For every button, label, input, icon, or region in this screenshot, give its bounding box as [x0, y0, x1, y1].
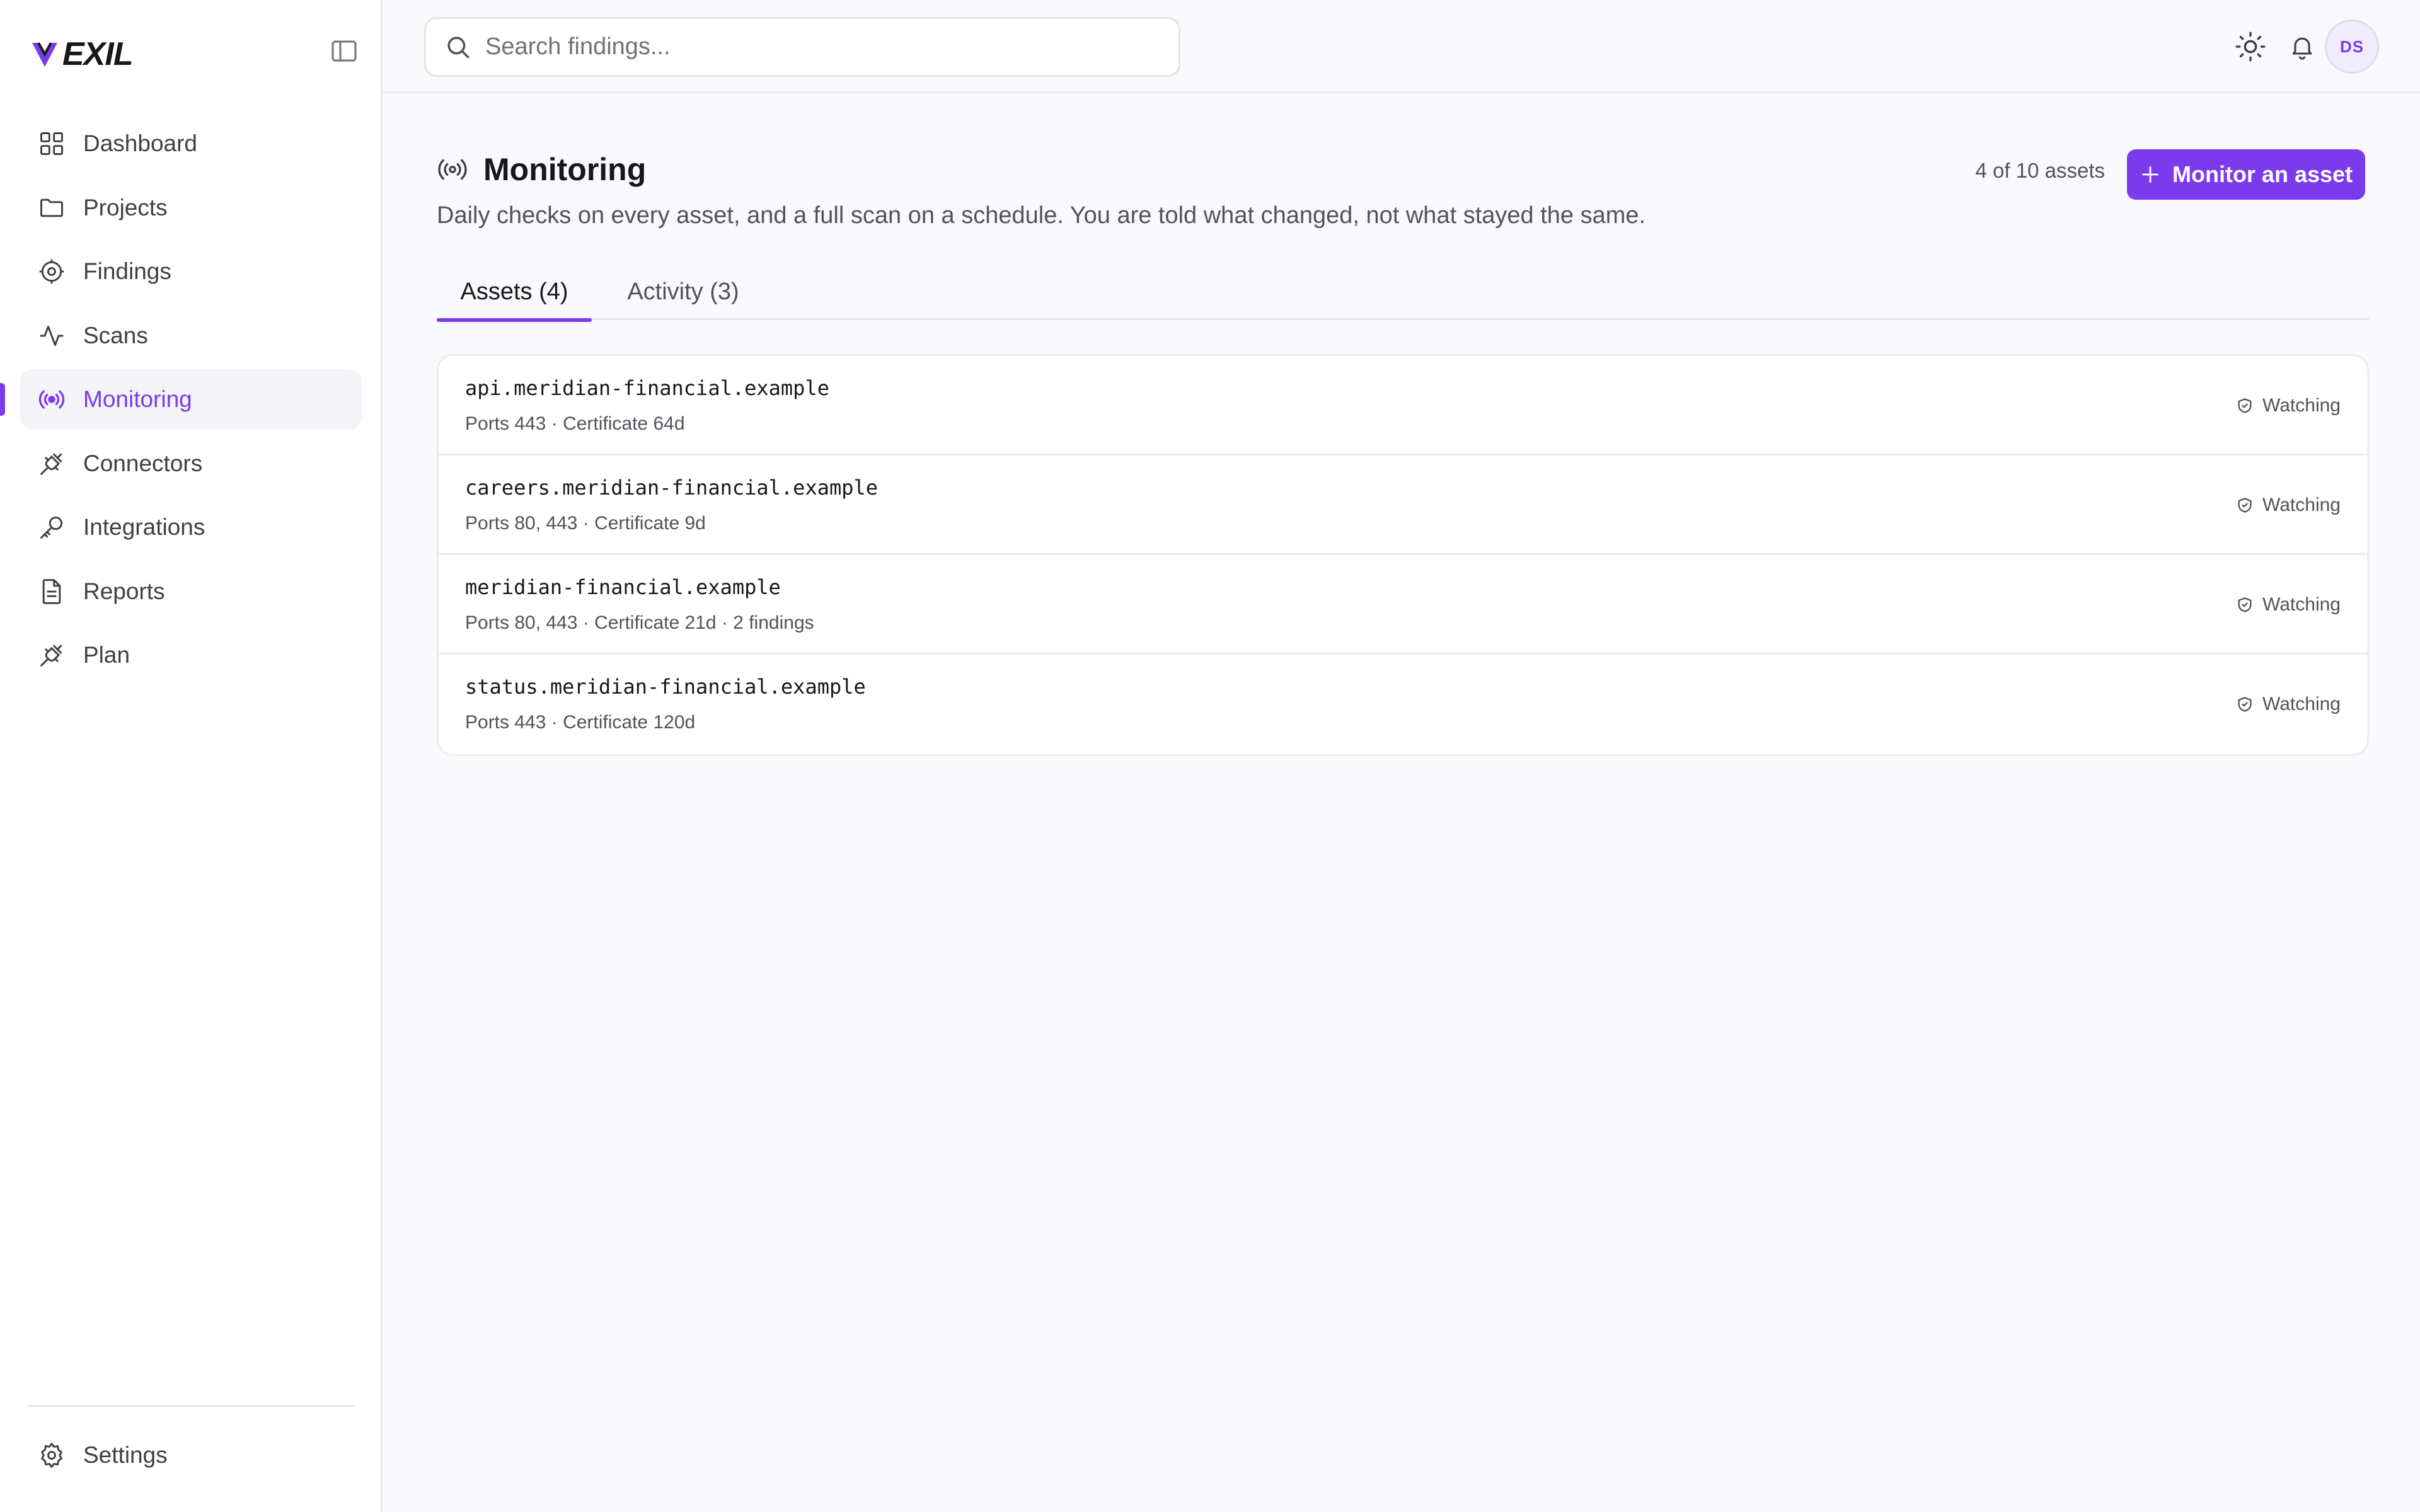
logo-text: EXIL — [62, 36, 134, 72]
sidebar-item-settings[interactable]: Settings — [20, 1425, 362, 1486]
status-badge: Watching — [2236, 495, 2341, 516]
bell-icon — [2292, 37, 2312, 60]
sidebar-item-label: Dashboard — [83, 130, 198, 156]
asset-list: api.meridian-financial.example Ports 443… — [437, 354, 2369, 756]
search-input[interactable] — [485, 33, 1178, 60]
list-item[interactable]: api.meridian-financial.example Ports 443… — [439, 356, 2367, 455]
status-label: Watching — [2262, 495, 2341, 515]
sidebar-item-label: Reports — [83, 578, 165, 604]
tab-activity[interactable]: Activity (3) — [611, 263, 756, 320]
sidebar-item-integrations[interactable]: Integrations — [20, 497, 362, 558]
page-description: Daily checks on every asset, and a full … — [437, 202, 1646, 229]
shield-check-icon — [2238, 398, 2252, 413]
sidebar-item-label: Settings — [83, 1442, 168, 1468]
status-label: Watching — [2262, 395, 2341, 416]
asset-hostname: careers.meridian-financial.example — [465, 476, 879, 500]
status-badge: Watching — [2236, 594, 2341, 616]
tabs: Assets (4) Activity (3) — [437, 263, 2369, 322]
status-badge: Watching — [2236, 694, 2341, 715]
sidebar-panel-icon — [331, 40, 357, 62]
status-badge: Watching — [2236, 395, 2341, 416]
shield-check-icon — [2238, 498, 2252, 513]
sidebar-item-monitoring[interactable]: Monitoring — [0, 369, 362, 430]
folder-icon — [40, 198, 63, 217]
sidebar-item-findings[interactable]: Findings — [20, 241, 362, 302]
plus-icon — [2142, 166, 2158, 183]
file-text-icon — [42, 578, 61, 604]
status-label: Watching — [2262, 694, 2341, 714]
search-icon — [447, 36, 470, 58]
sidebar-item-label: Connectors — [83, 450, 203, 476]
sidebar-item-dashboard[interactable]: Dashboard — [20, 113, 362, 174]
tab-label: Activity (3) — [627, 278, 739, 305]
asset-details: Ports 443 · Certificate 64d — [465, 413, 685, 434]
status-label: Watching — [2262, 594, 2341, 615]
sidebar: EXIL Dashboard Projects Findings Scans M… — [0, 0, 383, 1512]
asset-details: Ports 80, 443 · Certificate 9d — [465, 513, 706, 534]
list-item[interactable]: careers.meridian-financial.example Ports… — [439, 455, 2367, 555]
logo-mark-icon — [32, 42, 57, 67]
top-bar: DS — [383, 0, 2420, 93]
asset-hostname: api.meridian-financial.example — [465, 376, 829, 400]
page-title: Monitoring — [483, 152, 647, 187]
sun-icon — [2235, 32, 2266, 62]
shield-check-icon — [2238, 597, 2252, 612]
list-item[interactable]: meridian-financial.example Ports 80, 443… — [439, 555, 2367, 655]
monitor-asset-button[interactable]: Monitor an asset — [2127, 149, 2365, 200]
tab-assets[interactable]: Assets (4) — [437, 263, 592, 322]
search-box[interactable] — [424, 17, 1180, 77]
asset-details: Ports 443 · Certificate 120d — [465, 712, 696, 733]
logo[interactable]: EXIL — [31, 35, 134, 73]
list-item[interactable]: status.meridian-financial.example Ports … — [439, 655, 2367, 754]
sidebar-item-label: Integrations — [83, 514, 205, 540]
activity-icon — [40, 325, 64, 346]
asset-details: Ports 80, 443 · Certificate 21d · 2 find… — [465, 612, 814, 633]
key-icon — [40, 516, 63, 539]
grid-icon — [40, 132, 63, 155]
asset-count: 4 of 10 assets — [1975, 159, 2105, 182]
sidebar-item-label: Scans — [83, 322, 148, 348]
target-icon — [39, 259, 64, 284]
sidebar-toggle-button[interactable] — [326, 37, 362, 66]
radio-icon — [438, 159, 467, 180]
sidebar-item-projects[interactable]: Projects — [20, 178, 362, 238]
sidebar-item-label: Findings — [83, 258, 171, 284]
sidebar-item-reports[interactable]: Reports — [20, 561, 362, 622]
app-root: EXIL Dashboard Projects Findings Scans M… — [0, 0, 2420, 1512]
asset-hostname: status.meridian-financial.example — [465, 675, 866, 699]
theme-toggle-button[interactable] — [2232, 28, 2269, 66]
plug-icon — [40, 644, 62, 667]
avatar[interactable]: DS — [2325, 20, 2379, 74]
sidebar-item-label: Plan — [83, 642, 130, 668]
sidebar-nav: Dashboard Projects Findings Scans Monito… — [0, 113, 362, 689]
sidebar-item-label: Monitoring — [83, 386, 192, 412]
sidebar-item-connectors[interactable]: Connectors — [20, 433, 362, 494]
main-area: DS Monitoring Daily checks on every asse… — [383, 0, 2420, 1512]
notifications-button[interactable] — [2283, 28, 2321, 66]
gear-icon — [41, 1443, 62, 1468]
tab-label: Assets (4) — [460, 278, 568, 305]
monitor-asset-label: Monitor an asset — [2172, 161, 2353, 187]
sidebar-item-label: Projects — [83, 194, 168, 220]
plug-icon — [40, 453, 62, 475]
radio-icon — [38, 390, 65, 409]
sidebar-item-scans[interactable]: Scans — [20, 306, 362, 366]
asset-hostname: meridian-financial.example — [465, 575, 781, 599]
shield-check-icon — [2238, 697, 2252, 712]
sidebar-item-plan[interactable]: Plan — [20, 625, 362, 685]
sidebar-divider — [28, 1405, 354, 1407]
sidebar-settings: Settings — [20, 1425, 362, 1489]
page-header: Monitoring — [437, 151, 646, 188]
